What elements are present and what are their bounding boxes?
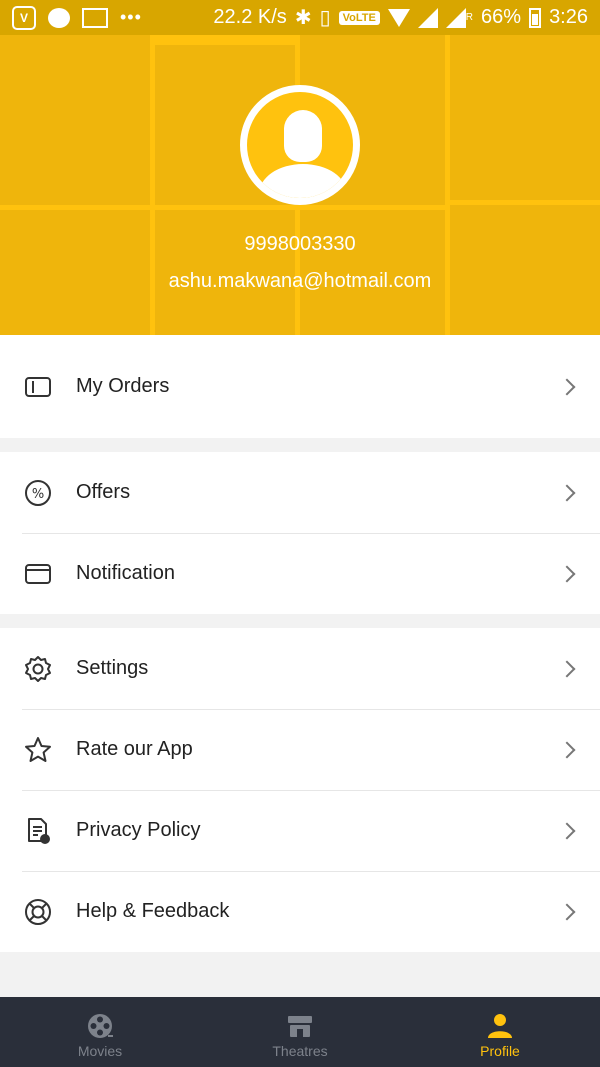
more-notifications-icon: ••• (120, 7, 142, 27)
app-notification-icon: V (12, 5, 36, 30)
star-icon (25, 736, 51, 762)
menu-item-help-feedback[interactable]: Help & Feedback (0, 871, 600, 952)
volte-badge: VoLTE (338, 10, 380, 25)
menu-item-rate-app[interactable]: Rate our App (0, 709, 600, 790)
menu-label: My Orders (76, 375, 170, 397)
profile-header: 9998003330 ashu.makwana@hotmail.com (0, 35, 600, 335)
avatar[interactable] (240, 85, 360, 205)
poster-background (0, 35, 150, 205)
menu-item-settings[interactable]: Settings (0, 628, 600, 709)
battery-icon (529, 7, 542, 28)
poster-background (450, 35, 600, 200)
menu-section-offers: % Offers Notification (0, 452, 600, 614)
menu-item-privacy-policy[interactable]: Privacy Policy (0, 790, 600, 871)
status-bar: V ••• 22.2 K/s ✱ ▯ VoLTE R 66% 3:26 (0, 0, 600, 35)
vibrate-icon: ▯ (319, 7, 331, 29)
bluetooth-icon: ✱ (294, 7, 312, 29)
signal-roaming-icon (445, 7, 466, 28)
ticket-icon (25, 376, 51, 397)
mail-notification-icon (82, 7, 108, 28)
chevron-right-icon (558, 903, 576, 920)
profile-phone: 9998003330 (244, 233, 356, 255)
wifi-icon (387, 8, 410, 27)
roaming-indicator: R (465, 12, 474, 23)
film-reel-icon (88, 1014, 113, 1038)
menu-section-orders: My Orders (0, 335, 600, 438)
chevron-right-icon (558, 822, 576, 839)
menu-label: Offers (76, 481, 131, 503)
menu-item-notification[interactable]: Notification (0, 533, 600, 614)
chevron-right-icon (558, 484, 576, 501)
menu-label: Notification (76, 562, 175, 584)
nav-tab-theatres[interactable]: Theatres (200, 997, 400, 1067)
menu-section-app: Settings Rate our App Privacy Policy Hel… (0, 628, 600, 952)
menu-item-my-orders[interactable]: My Orders (0, 335, 600, 438)
menu-label: Rate our App (76, 738, 193, 760)
chevron-right-icon (558, 565, 576, 582)
person-icon (488, 1014, 512, 1038)
chevron-right-icon (558, 741, 576, 758)
chevron-right-icon (558, 660, 576, 677)
nav-tab-movies[interactable]: Movies (0, 997, 200, 1067)
menu-label: Privacy Policy (76, 819, 201, 841)
menu-label: Settings (76, 657, 149, 679)
clock: 3:26 (549, 6, 588, 28)
menu-label: Help & Feedback (76, 900, 230, 922)
gear-icon (25, 655, 51, 682)
chat-notification-icon (48, 7, 70, 28)
profile-email: ashu.makwana@hotmail.com (168, 270, 432, 292)
nav-label: Movies (77, 1043, 123, 1059)
nav-label: Theatres (272, 1043, 328, 1059)
theatre-icon (288, 1016, 312, 1037)
document-icon (28, 817, 50, 844)
svg-text:%: % (32, 487, 44, 502)
network-speed: 22.2 K/s (213, 6, 287, 28)
nav-tab-profile[interactable]: Profile (400, 997, 600, 1067)
bottom-navigation: Movies Theatres Profile (0, 997, 600, 1067)
envelope-icon (25, 563, 51, 584)
chevron-right-icon (558, 378, 576, 395)
menu-item-offers[interactable]: % Offers (0, 452, 600, 533)
lifebuoy-icon (25, 898, 51, 925)
percent-icon: % (25, 479, 51, 506)
battery-percent: 66% (481, 6, 522, 28)
signal-icon (417, 7, 438, 28)
avatar-person-icon (247, 92, 353, 198)
nav-label: Profile (480, 1043, 520, 1059)
